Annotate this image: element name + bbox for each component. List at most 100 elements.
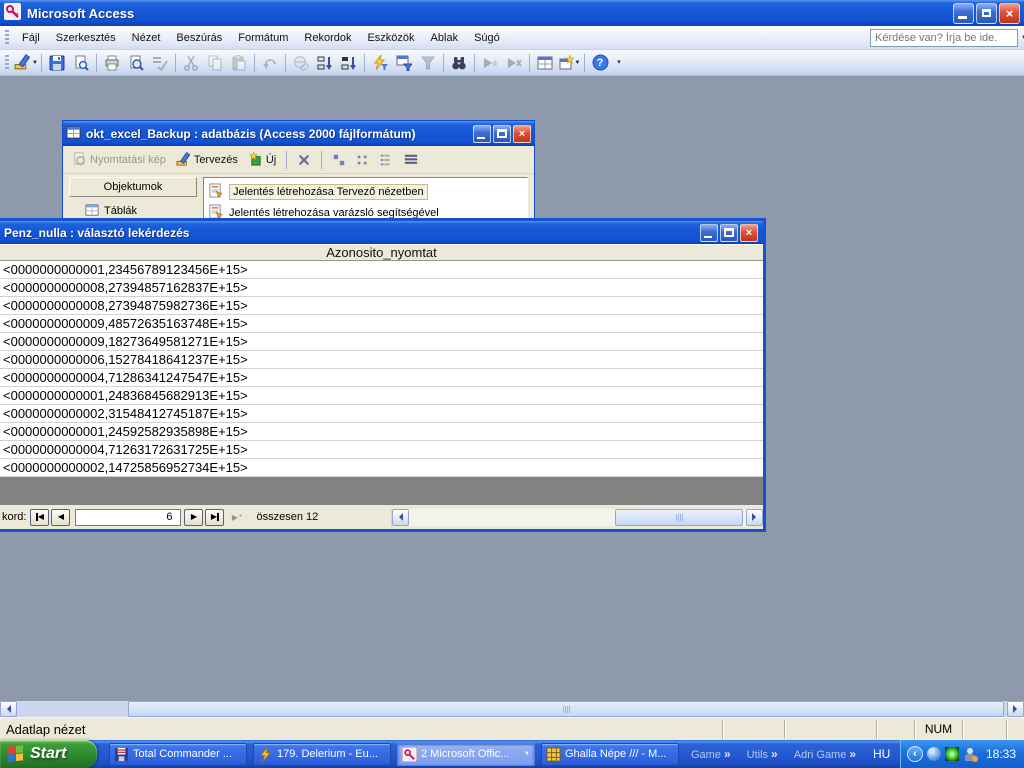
network-globe-icon[interactable] [927,747,941,761]
toolbar-separator [286,151,287,169]
query-minimize-button[interactable] [700,224,718,242]
database-window-button[interactable] [533,52,557,74]
scrollbar-thumb[interactable] [128,701,1004,717]
objects-header-button[interactable]: Objektumok [69,177,197,197]
table-row[interactable]: <0000000000008,27394875982736E+15> [0,297,763,315]
menu-records[interactable]: Rekordok [296,29,359,47]
restore-button[interactable] [976,3,997,24]
toolbar-grip[interactable] [5,55,9,71]
toolbar-options-chevron[interactable]: ▾ [612,52,626,74]
query-close-button[interactable]: × [740,224,758,242]
next-record-button[interactable]: ▶ [184,509,203,526]
maximize-icon [724,228,734,237]
table-row[interactable]: <0000000000001,24836845682913E+15> [0,387,763,405]
menu-edit[interactable]: Szerkesztés [48,29,124,47]
scroll-right-button[interactable] [1007,701,1024,717]
find-button[interactable] [447,52,471,74]
print-button[interactable] [100,52,124,74]
scrollbar-thumb[interactable] [615,509,743,526]
hide-icons-chevron[interactable]: ‹ [907,746,923,762]
sort-descending-button[interactable] [337,52,361,74]
toolbar-separator [364,54,365,72]
design-button[interactable]: Tervezés [173,150,241,169]
previous-record-icon: ◀ [58,513,64,521]
system-tray: ‹ 18:33 [900,740,1024,768]
close-icon: × [746,227,752,239]
chevron-icon[interactable]: » [771,747,778,761]
table-row[interactable]: <0000000000002,14725856952734E+15> [0,459,763,477]
file-search-button[interactable] [69,52,93,74]
sort-ascending-button[interactable] [313,52,337,74]
save-button[interactable] [45,52,69,74]
minimize-button[interactable] [953,3,974,24]
last-record-button[interactable]: ▶ [205,509,224,526]
table-row[interactable]: <0000000000001,24592582935898E+15> [0,423,763,441]
filter-by-selection-button[interactable] [368,52,392,74]
graphics-tray-icon[interactable] [963,747,978,762]
db-close-button[interactable]: × [513,125,531,143]
taskbar-task-total-commander[interactable]: Total Commander ... [109,743,247,766]
record-count-label: összesen 12 [256,511,318,523]
new-button[interactable]: Új [245,150,279,169]
ask-question-box[interactable]: ▼ [870,29,1018,47]
taskbar-toolbar-game[interactable]: Game» [691,747,731,761]
table-row[interactable]: <0000000000009,48572635163748E+15> [0,315,763,333]
taskbar-toolbar-adri-game[interactable]: Adri Game» [794,747,856,761]
taskbar-task-winamp[interactable]: 179. Delerium - Eu... [253,743,391,766]
undo-button [258,52,282,74]
start-button[interactable]: Start [0,740,97,768]
table-row[interactable]: <0000000000006,15278418641237E+15> [0,351,763,369]
table-row[interactable]: <0000000000002,31548412745187E+15> [0,405,763,423]
start-label: Start [30,745,66,763]
table-row[interactable]: <0000000000001,23456789123456E+15> [0,261,763,279]
menu-format[interactable]: Formátum [230,29,296,47]
query-maximize-button[interactable] [720,224,738,242]
chevron-icon[interactable]: » [849,747,856,761]
taskbar-task-microsoft-office[interactable]: 2 Microsoft Offic... ▼ [397,743,535,766]
delete-button[interactable] [294,151,314,169]
chevron-down-icon[interactable]: ▼ [524,751,530,757]
new-object-button[interactable]: ▼ [557,52,581,74]
scroll-right-button[interactable] [746,509,763,526]
filter-by-form-button[interactable] [392,52,416,74]
scroll-left-button[interactable] [392,509,409,526]
taskbar-task-ghalla-nepe[interactable]: Ghalla Népe /// - M... [541,743,679,766]
small-icons-button[interactable] [353,151,373,169]
previous-record-button[interactable]: ◀ [51,509,70,526]
task-label: 179. Delerium - Eu... [277,748,386,760]
menu-window[interactable]: Ablak [423,29,467,47]
table-row[interactable]: <0000000000004,71263172631725E+15> [0,441,763,459]
clock: 18:33 [986,747,1016,761]
details-view-button[interactable] [401,151,421,169]
close-button[interactable]: × [999,3,1020,24]
help-button[interactable]: ? [588,52,612,74]
ask-question-input[interactable] [871,32,1021,44]
view-button[interactable]: ▼ [14,52,38,74]
menubar-grip[interactable] [5,30,9,46]
list-item[interactable]: Jelentés létrehozása Tervező nézetben [206,181,525,202]
column-header[interactable]: Azonosito_nyomtat [0,244,763,261]
language-indicator[interactable]: HU [873,747,890,761]
current-record-input[interactable]: 6 [75,509,181,526]
table-row[interactable]: <0000000000009,18273649581271E+15> [0,333,763,351]
menu-file[interactable]: Fájl [14,29,48,47]
menu-view[interactable]: Nézet [124,29,169,47]
paste-button [227,52,251,74]
scroll-left-button[interactable] [0,701,17,717]
print-preview-button[interactable] [124,52,148,74]
messenger-tray-icon[interactable] [945,747,959,761]
list-view-button[interactable] [377,151,397,169]
menu-tools[interactable]: Eszközök [359,29,422,47]
menu-help[interactable]: Súgó [466,29,508,47]
taskbar-toolbar-utils[interactable]: Utils» [747,747,778,761]
db-minimize-button[interactable] [473,125,491,143]
large-icons-button[interactable] [329,151,349,169]
menu-insert[interactable]: Beszúrás [168,29,230,47]
apply-filter-button [416,52,440,74]
db-maximize-button[interactable] [493,125,511,143]
table-row[interactable]: <0000000000008,27394857162837E+15> [0,279,763,297]
table-row[interactable]: <0000000000004,71286341247547E+15> [0,369,763,387]
query-window: Penz_nulla : választó lekérdezés × Azono… [0,218,766,532]
chevron-icon[interactable]: » [724,747,731,761]
first-record-button[interactable]: ◀ [30,509,49,526]
